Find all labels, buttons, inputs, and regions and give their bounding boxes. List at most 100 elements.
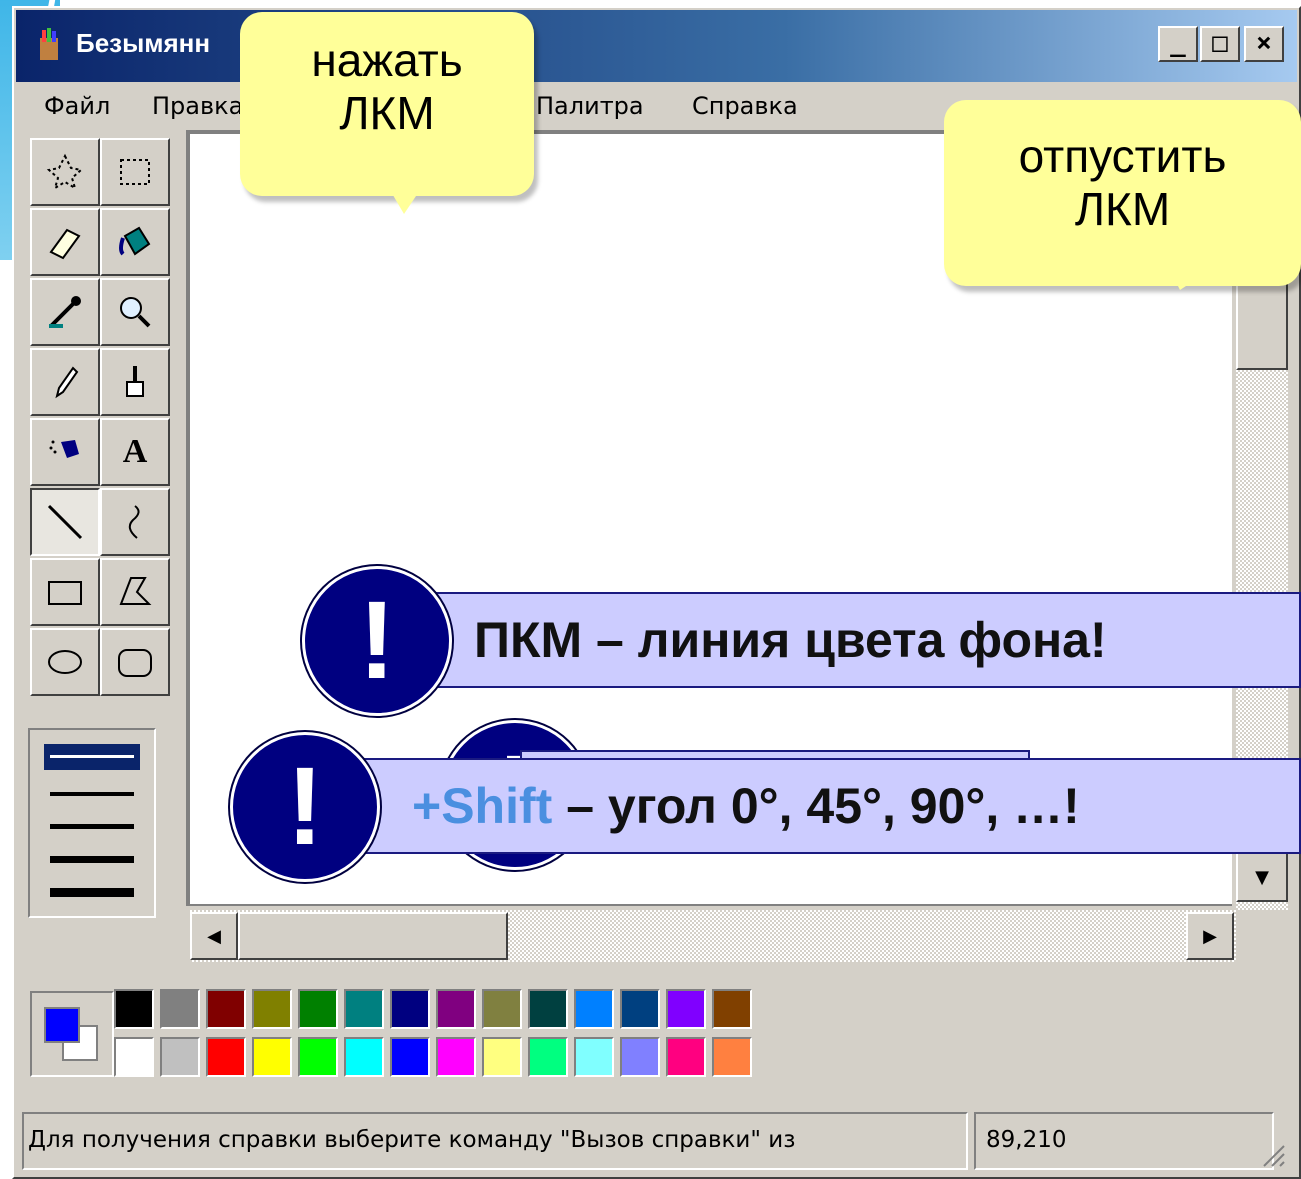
press-callout-line2: ЛКМ — [339, 86, 435, 139]
free-select-icon — [46, 153, 84, 191]
line-icon — [47, 504, 83, 540]
brush-icon — [126, 366, 144, 397]
eyedropper-icon — [49, 296, 81, 328]
release-callout-line1: отпустить — [1018, 130, 1227, 182]
release-lmb-callout: отпустить ЛКМ — [944, 100, 1301, 286]
rectangle-tool[interactable] — [30, 558, 100, 626]
rect-select-tool[interactable] — [100, 138, 170, 206]
color-picker-tool[interactable] — [30, 278, 100, 346]
fill-tool[interactable] — [100, 208, 170, 276]
width-option-4[interactable] — [50, 856, 134, 863]
text-tool[interactable]: A — [100, 418, 170, 486]
color-swatch[interactable] — [528, 1037, 568, 1077]
pencil-icon — [55, 366, 79, 399]
status-message: Для получения справки выберите команду "… — [22, 1112, 968, 1170]
color-swatch[interactable] — [666, 1037, 706, 1077]
ellipse-tool[interactable] — [30, 628, 100, 696]
polygon-icon — [119, 577, 152, 605]
cursor-coordinates: 89,210 — [974, 1112, 1274, 1170]
resize-grip-icon[interactable] — [1260, 1132, 1286, 1168]
scroll-left-button[interactable]: ◀ — [190, 912, 238, 960]
color-swatch[interactable] — [620, 1037, 660, 1077]
rounded-rectangle-tool[interactable] — [100, 628, 170, 696]
width-option-3[interactable] — [50, 824, 134, 829]
rect-select-icon — [120, 159, 150, 185]
vertical-scroll-thumb[interactable] — [1236, 280, 1288, 370]
current-colors[interactable] — [30, 991, 114, 1077]
shift-note-text: – угол 0°, 45°, 90°, …! — [552, 778, 1080, 834]
rmb-note: ПКМ – линия цвета фона! — [410, 592, 1301, 688]
exclamation-icon-shift: ! — [230, 732, 380, 882]
menu-help[interactable]: Справка — [692, 92, 798, 120]
status-bar: Для получения справки выберите команду "… — [14, 1108, 1289, 1174]
curve-tool[interactable] — [100, 488, 170, 556]
color-swatch[interactable] — [528, 989, 568, 1029]
line-tool[interactable] — [30, 488, 100, 556]
minimize-button[interactable]: _ — [1158, 26, 1198, 62]
width-option-1[interactable] — [44, 744, 140, 770]
width-option-2[interactable] — [50, 792, 134, 796]
color-swatch[interactable] — [436, 989, 476, 1029]
color-swatch[interactable] — [160, 989, 200, 1029]
color-swatch[interactable] — [390, 989, 430, 1029]
menu-edit[interactable]: Правка — [152, 92, 243, 120]
scroll-right-button[interactable]: ▶ — [1186, 912, 1234, 960]
color-swatch[interactable] — [114, 989, 154, 1029]
scroll-down-button[interactable]: ▼ — [1236, 852, 1288, 902]
shift-key-text: +Shift — [412, 778, 553, 834]
press-lmb-callout: нажать ЛКМ — [240, 12, 534, 196]
color-swatch[interactable] — [298, 1037, 338, 1077]
close-button[interactable]: × — [1244, 26, 1284, 62]
foreground-color — [44, 1007, 80, 1043]
magnifier-tool[interactable] — [100, 278, 170, 346]
window-title: Безымянн — [76, 28, 211, 58]
ellipse-icon — [48, 650, 82, 674]
eraser-icon — [49, 228, 81, 260]
title-bar[interactable]: Безымянн _ □ × — [16, 10, 1297, 82]
color-swatch[interactable] — [252, 989, 292, 1029]
color-swatch[interactable] — [298, 989, 338, 1029]
color-swatch[interactable] — [206, 989, 246, 1029]
color-swatch[interactable] — [712, 1037, 752, 1077]
line-width-selector — [28, 728, 156, 918]
eraser-tool[interactable] — [30, 208, 100, 276]
color-palette — [22, 985, 762, 1085]
color-swatch[interactable] — [666, 989, 706, 1029]
pencil-tool[interactable] — [30, 348, 100, 416]
brush-tool[interactable] — [100, 348, 170, 416]
menu-file[interactable]: Файл — [44, 92, 110, 120]
toolbox: A — [18, 138, 178, 718]
color-swatch[interactable] — [206, 1037, 246, 1077]
airbrush-icon — [49, 440, 79, 458]
width-option-5[interactable] — [50, 888, 134, 897]
release-callout-tail — [1170, 270, 1210, 290]
press-callout-tail — [390, 190, 420, 214]
exclamation-icon: ! — [302, 566, 452, 716]
color-swatch[interactable] — [574, 989, 614, 1029]
color-swatch[interactable] — [482, 989, 522, 1029]
color-swatch[interactable] — [344, 1037, 384, 1077]
color-swatch[interactable] — [114, 1037, 154, 1077]
paint-app-icon — [40, 28, 58, 60]
horizontal-scroll-thumb[interactable] — [238, 912, 508, 960]
color-swatch[interactable] — [436, 1037, 476, 1077]
maximize-button[interactable]: □ — [1200, 26, 1240, 62]
release-callout-line2: ЛКМ — [1074, 182, 1171, 235]
rounded-rectangle-icon — [118, 649, 152, 677]
horizontal-scrollbar[interactable]: ◀ ▶ — [190, 910, 1236, 962]
airbrush-tool[interactable] — [30, 418, 100, 486]
curve-icon — [128, 505, 140, 539]
color-swatch[interactable] — [712, 989, 752, 1029]
color-swatch[interactable] — [482, 1037, 522, 1077]
color-swatch[interactable] — [252, 1037, 292, 1077]
color-swatch[interactable] — [574, 1037, 614, 1077]
free-select-tool[interactable] — [30, 138, 100, 206]
menu-palette[interactable]: Палитра — [536, 92, 644, 120]
color-swatch[interactable] — [390, 1037, 430, 1077]
polygon-tool[interactable] — [100, 558, 170, 626]
fill-bucket-icon — [119, 226, 151, 256]
color-swatch[interactable] — [620, 989, 660, 1029]
color-swatch[interactable] — [160, 1037, 200, 1077]
magnifier-icon — [120, 297, 151, 328]
color-swatch[interactable] — [344, 989, 384, 1029]
